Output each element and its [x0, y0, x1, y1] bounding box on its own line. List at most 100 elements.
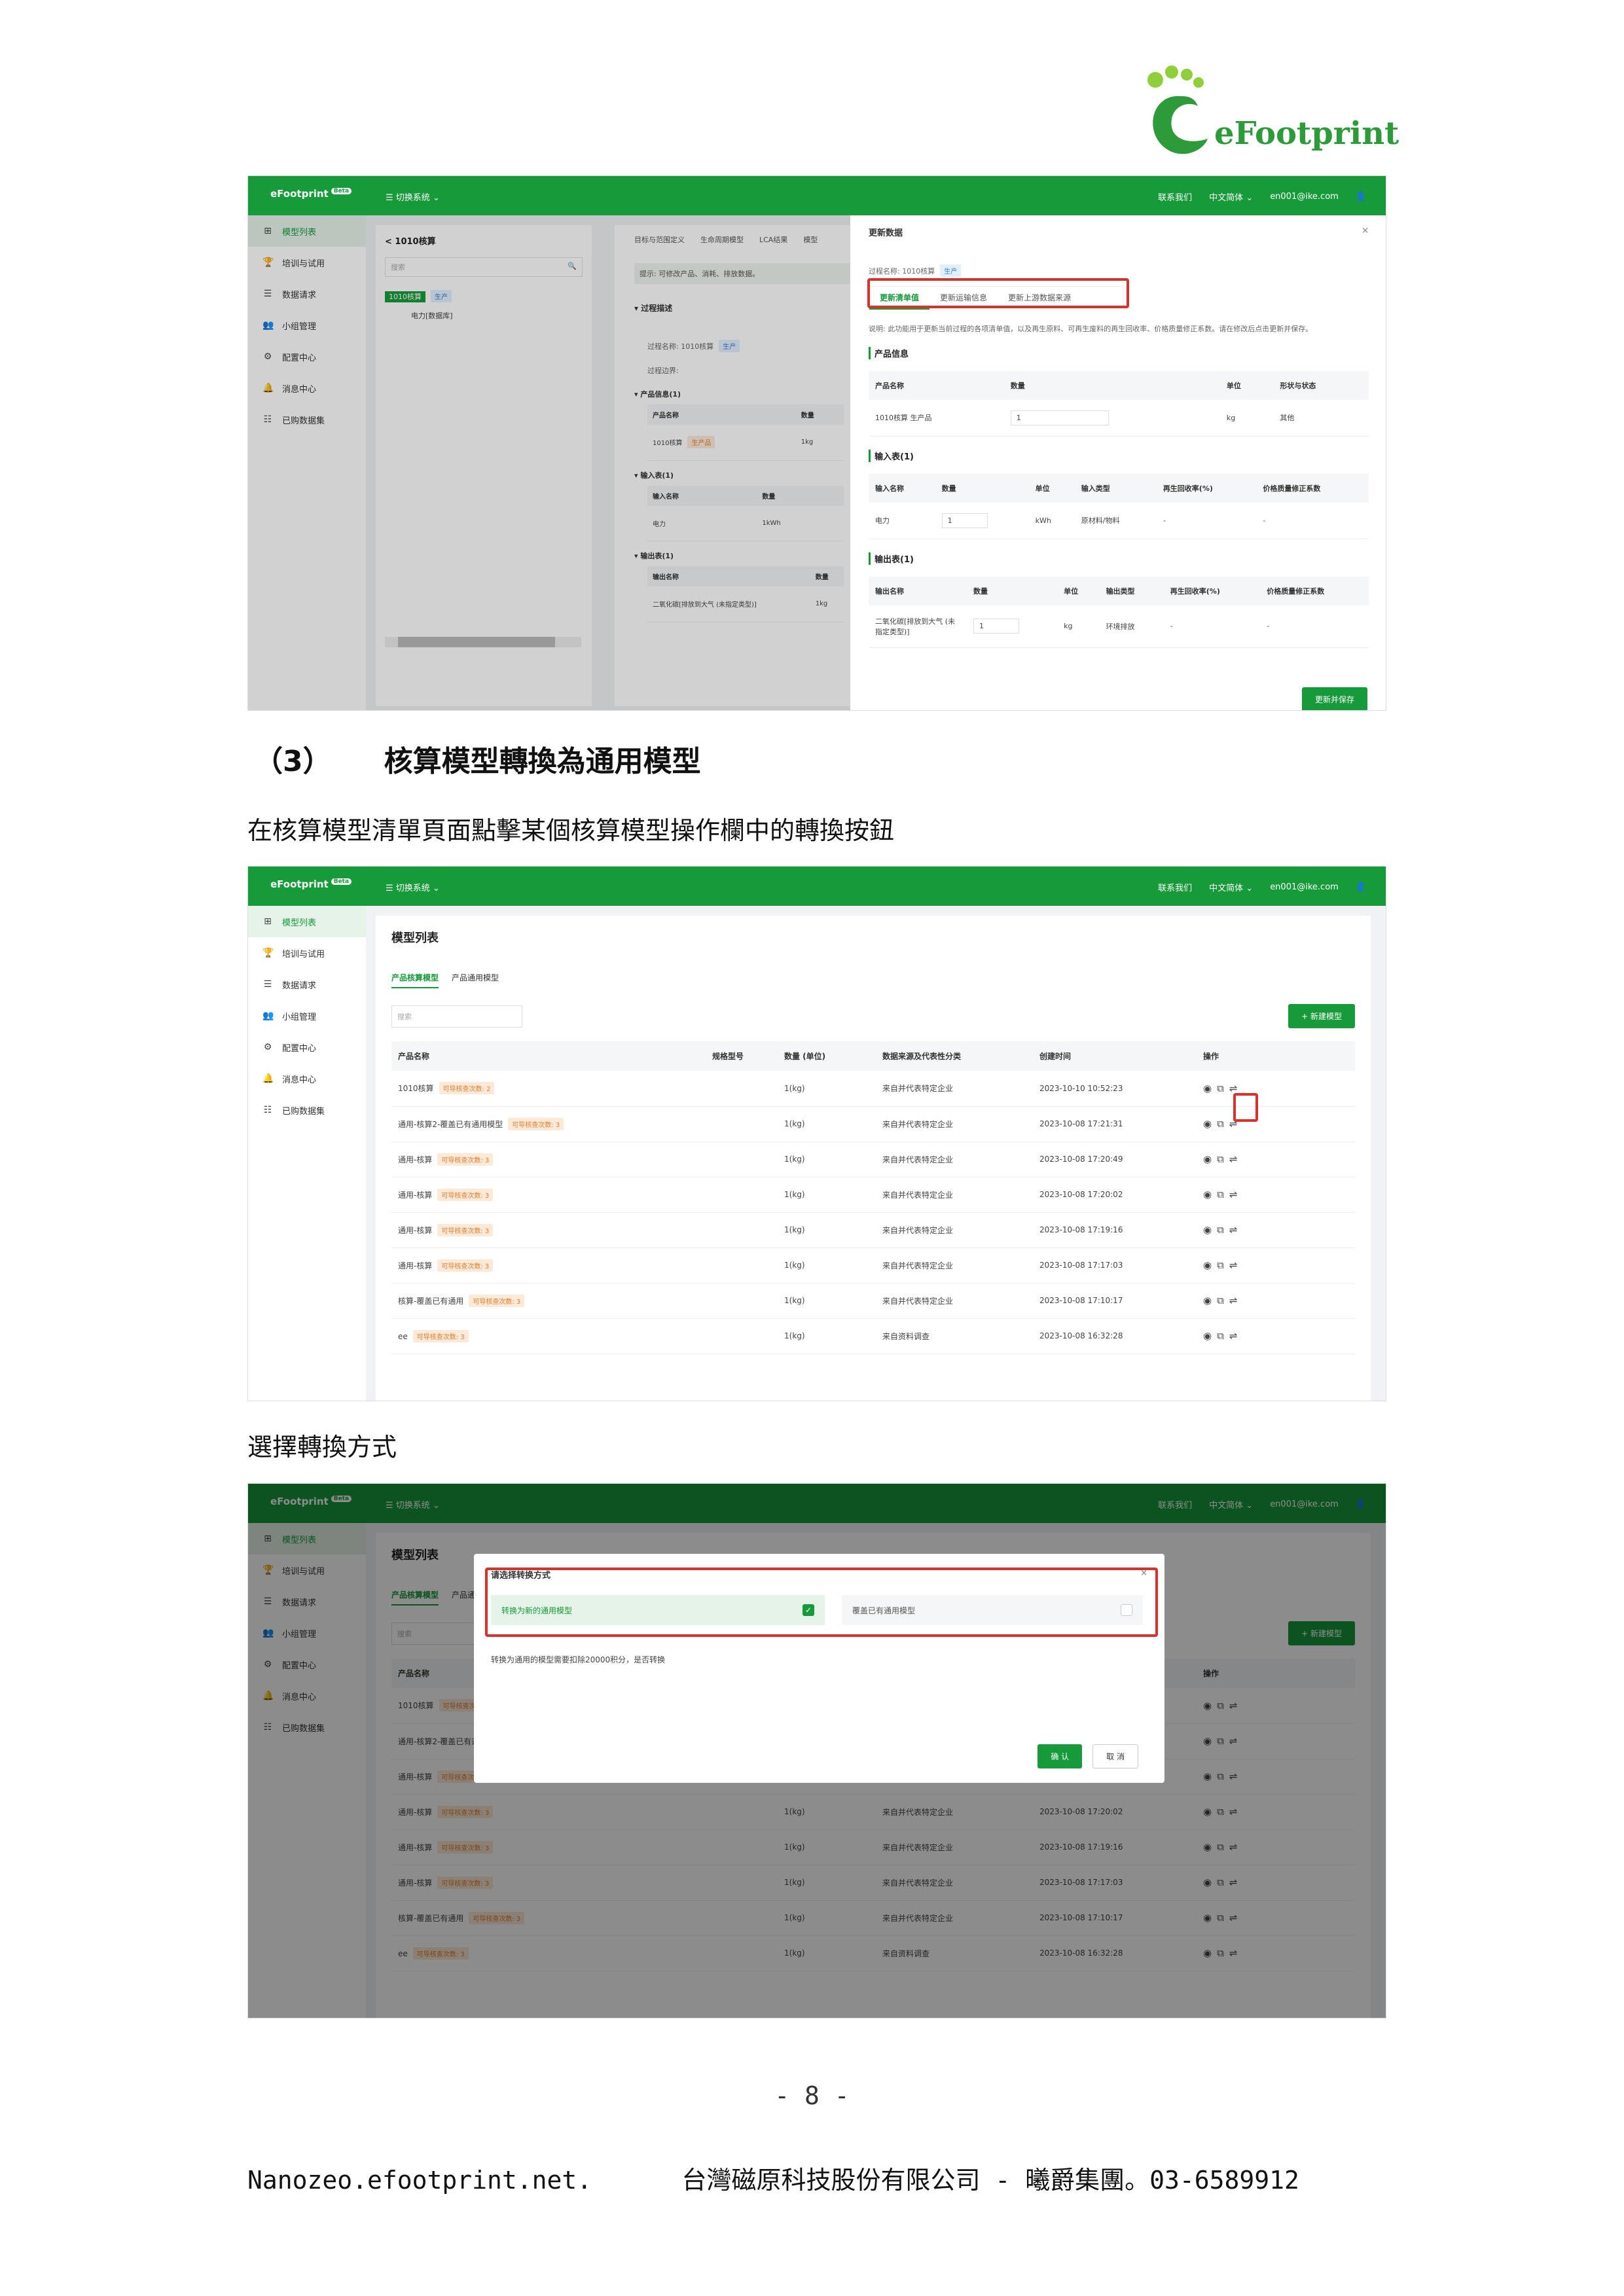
- contact-link[interactable]: 联系我们: [1158, 190, 1192, 203]
- user-icon[interactable]: 👤: [1356, 192, 1366, 202]
- copy-icon[interactable]: ⧉: [1217, 1189, 1229, 1200]
- model-created-time: 2023-10-08 17:10:17: [1033, 1283, 1197, 1319]
- switch-system-menu[interactable]: ☰ 切换系统 ⌄: [386, 190, 440, 203]
- model-name: ee: [398, 1331, 408, 1341]
- model-search-input[interactable]: 搜索: [391, 1005, 522, 1028]
- view-icon[interactable]: ◉: [1203, 1118, 1217, 1130]
- model-created-time: 2023-10-08 17:21:31: [1033, 1106, 1197, 1142]
- product-qty-input[interactable]: 1: [1010, 410, 1109, 425]
- model-source: 来自并代表特定企业: [876, 1071, 1033, 1107]
- update-save-button[interactable]: 更新并保存: [1301, 687, 1367, 710]
- sidebar: ⊞ 模型列表 🏆 培训与试用 ☰ 数据请求 👥 小组管理 ⚙ 配置中心 🔔 消息中心 ☷ 已购…: [248, 906, 366, 1401]
- app-topbar: eFootprint Beta ☰ 切换系统 ⌄ 联系我们 中文简体 ⌄ en00…: [248, 867, 1386, 906]
- copy-icon[interactable]: ⧉: [1217, 1153, 1229, 1165]
- model-table: 产品名称规格型号数量 (单位)数据来源及代表性分类创建时间操作 1010核算可导…: [391, 1041, 1355, 1354]
- tab-accounting-model[interactable]: 产品核算模型: [391, 972, 439, 988]
- instruction-text-1: 在核算模型清單頁面點擊某個核算模型操作欄中的轉換按鈕: [247, 816, 895, 845]
- model-tabs: 产品核算模型 产品通用模型: [391, 972, 1355, 988]
- sidebar-item-training[interactable]: 🏆 培训与试用: [248, 937, 366, 969]
- bell-icon: 🔔: [262, 1073, 274, 1084]
- copy-icon[interactable]: ⧉: [1217, 1083, 1229, 1094]
- model-created-time: 2023-10-08 17:20:02: [1033, 1177, 1197, 1213]
- check-count-badge: 可导核查次数: 2: [439, 1082, 495, 1095]
- confirm-button[interactable]: 确 认: [1038, 1744, 1083, 1768]
- sidebar-item-models[interactable]: ⊞ 模型列表: [248, 906, 366, 937]
- user-email[interactable]: en001@ike.com: [1270, 882, 1339, 892]
- view-icon[interactable]: ◉: [1203, 1224, 1217, 1236]
- copy-icon[interactable]: ⧉: [1217, 1330, 1229, 1342]
- view-icon[interactable]: ◉: [1203, 1295, 1217, 1306]
- input-qty-input[interactable]: 1: [941, 512, 988, 528]
- model-source: 来自并代表特定企业: [876, 1141, 1033, 1177]
- check-count-badge: 可导核查次数: 3: [412, 1329, 469, 1342]
- page-title: 模型列表: [391, 931, 439, 945]
- drawer-note: 说明: 此功能用于更新当前过程的各项清单值，以及再生原料、可再生废料的再生回收率…: [869, 325, 1313, 333]
- model-source: 来自资料调查: [876, 1318, 1033, 1354]
- dim-overlay: [248, 215, 850, 710]
- switch-system-menu[interactable]: ☰ 切换系统 ⌄: [386, 881, 440, 893]
- cancel-button[interactable]: 取 消: [1092, 1744, 1138, 1768]
- user-email[interactable]: en001@ike.com: [1270, 192, 1339, 202]
- convert-icon[interactable]: ⇌: [1229, 1153, 1243, 1165]
- new-model-button[interactable]: + 新建模型: [1288, 1004, 1355, 1028]
- model-quantity: 1(kg): [778, 1141, 876, 1177]
- page-footer: Nanozeo.efootprint.net. 台灣磁原科技股份有限公司 - 曦…: [247, 2166, 1299, 2195]
- convert-icon[interactable]: ⇌: [1229, 1330, 1243, 1342]
- convert-icon[interactable]: ⇌: [1229, 1224, 1243, 1236]
- view-icon[interactable]: ◉: [1203, 1153, 1217, 1165]
- drawer-input-table: 输入名称 数量 单位 输入类型 再生回收率(%) 价格质量修正系数 电力 1 kWh 原材料/物…: [869, 473, 1369, 539]
- copy-icon[interactable]: ⧉: [1217, 1118, 1229, 1130]
- table-row: 通用-核算可导核查次数: 3 1(kg)来自并代表特定企业2023-10-08 1…: [391, 1212, 1355, 1248]
- model-name: 1010核算: [398, 1084, 434, 1094]
- copy-icon[interactable]: ⧉: [1217, 1295, 1229, 1306]
- footprint-logo-icon: [1147, 65, 1208, 154]
- view-icon[interactable]: ◉: [1203, 1259, 1217, 1271]
- model-name: 核算-覆盖已有通用: [398, 1296, 464, 1306]
- model-name: 通用-核算2-覆盖已有通用模型: [398, 1119, 503, 1129]
- convert-icon[interactable]: ⇌: [1229, 1295, 1243, 1306]
- model-quantity: 1(kg): [778, 1283, 876, 1319]
- copy-icon[interactable]: ⧉: [1217, 1259, 1229, 1271]
- page-number: - 8 -: [774, 2081, 850, 2110]
- model-table-body: 1010核算可导核查次数: 21(kg)来自并代表特定企业2023-10-10 …: [391, 1071, 1355, 1354]
- model-name: 通用-核算: [398, 1225, 433, 1235]
- model-source: 来自并代表特定企业: [876, 1212, 1033, 1248]
- close-icon[interactable]: ×: [1362, 226, 1369, 238]
- convert-icon[interactable]: ⇌: [1229, 1259, 1243, 1271]
- copy-icon[interactable]: ⧉: [1217, 1224, 1229, 1236]
- user-icon[interactable]: 👤: [1356, 882, 1366, 892]
- model-name: 通用-核算: [398, 1261, 433, 1270]
- view-icon[interactable]: ◉: [1203, 1083, 1217, 1094]
- section-heading: （3） 核算模型轉換為通用模型: [254, 745, 701, 778]
- users-icon: 👥: [262, 1011, 274, 1021]
- highlight-convert-button: [1233, 1093, 1258, 1122]
- drawer-product-section: 产品信息: [869, 346, 1369, 359]
- contact-link[interactable]: 联系我们: [1158, 881, 1192, 893]
- screenshot-update-data: eFootprint Beta ☰ 切换系统 ⌄ 联系我们 中文简体 ⌄ en00…: [247, 175, 1386, 711]
- sidebar-item-datasets[interactable]: ☷ 已购数据集: [248, 1094, 366, 1126]
- list-icon: ☰: [263, 979, 272, 990]
- language-select[interactable]: 中文简体 ⌄: [1209, 881, 1253, 893]
- sidebar-item-config[interactable]: ⚙ 配置中心: [248, 1031, 366, 1063]
- check-count-badge: 可导核查次数: 3: [508, 1117, 564, 1130]
- table-row: ee 可导核查次数: 3 1(kg) 来自资料调查 2023-10-08 16:32:2…: [391, 1318, 1355, 1354]
- view-icon[interactable]: ◉: [1203, 1330, 1217, 1342]
- output-qty-input[interactable]: 1: [973, 619, 1019, 634]
- convert-icon[interactable]: ⇌: [1229, 1189, 1243, 1200]
- model-quantity: 1(kg): [778, 1318, 876, 1354]
- tree-icon: ⊞: [264, 916, 272, 927]
- model-name: 通用-核算: [398, 1155, 433, 1164]
- view-icon[interactable]: ◉: [1203, 1189, 1217, 1200]
- sidebar-item-messages[interactable]: 🔔 消息中心: [248, 1063, 366, 1094]
- dialog-message: 转换为通用的模型需要扣除20000积分，是否转换: [491, 1655, 666, 1664]
- model-quantity: 1(kg): [778, 1177, 876, 1213]
- check-count-badge: 可导核查次数: 3: [437, 1223, 494, 1236]
- sidebar-item-groups[interactable]: 👥 小组管理: [248, 1000, 366, 1031]
- table-header: 产品名称规格型号数量 (单位)数据来源及代表性分类创建时间操作: [391, 1041, 1355, 1071]
- sidebar-item-requests[interactable]: ☰ 数据请求: [248, 969, 366, 1000]
- language-select[interactable]: 中文简体 ⌄: [1209, 190, 1253, 203]
- check-count-badge: 可导核查次数: 3: [437, 1153, 494, 1166]
- model-source: 来自并代表特定企业: [876, 1247, 1033, 1283]
- tab-general-model[interactable]: 产品通用模型: [452, 972, 499, 988]
- app-brand: eFootprint Beta: [270, 878, 352, 890]
